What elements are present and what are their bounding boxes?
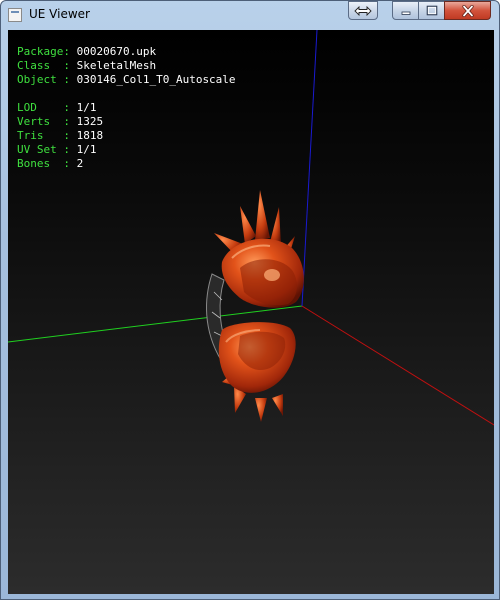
info-lod-row: LOD : 1/1 [17, 101, 236, 115]
app-icon [8, 8, 22, 22]
maximize-icon [426, 5, 437, 16]
axis-z-line [301, 30, 318, 307]
info-tris-label: Tris : [17, 129, 70, 142]
info-verts-value: 1325 [76, 115, 104, 128]
helmet-lower [218, 322, 296, 422]
info-verts-label: Verts : [17, 115, 70, 128]
axis-x-line [301, 305, 494, 426]
minimize-button[interactable] [392, 1, 419, 20]
info-bones-value: 2 [76, 157, 84, 170]
info-class-value: SkeletalMesh [76, 59, 157, 72]
info-class-row: Class : SkeletalMesh [17, 59, 236, 73]
info-uvset-value: 1/1 [76, 143, 97, 156]
info-class-label: Class : [17, 59, 70, 72]
info-bones-row: Bones : 2 [17, 157, 236, 171]
minimize-icon [401, 11, 410, 15]
mesh-info-panel: Package: 00020670.upk Class : SkeletalMe… [17, 45, 236, 171]
swap-button[interactable] [348, 1, 378, 20]
info-object-row: Object : 030146_Col1_T0_Autoscale [17, 73, 236, 87]
swap-arrows-icon [354, 5, 372, 16]
info-package-label: Package: [17, 45, 70, 58]
maximize-button[interactable] [418, 1, 445, 20]
info-tris-value: 1818 [76, 129, 104, 142]
close-icon [461, 4, 474, 17]
info-package-row: Package: 00020670.upk [17, 45, 236, 59]
info-tris-row: Tris : 1818 [17, 129, 236, 143]
info-uvset-label: UV Set : [17, 143, 70, 156]
3d-viewport[interactable]: Package: 00020670.upk Class : SkeletalMe… [8, 30, 494, 594]
info-object-value: 030146_Col1_T0_Autoscale [76, 73, 236, 86]
window-title: UE Viewer [29, 7, 90, 21]
title-bar[interactable]: UE Viewer [1, 1, 499, 30]
info-verts-row: Verts : 1325 [17, 115, 236, 129]
info-lod-label: LOD : [17, 101, 70, 114]
info-object-label: Object : [17, 73, 70, 86]
close-button[interactable] [444, 1, 491, 20]
app-window: UE Viewer Package: 00020670.upk Class: … [0, 0, 500, 600]
info-bones-label: Bones : [17, 157, 70, 170]
info-uvset-row: UV Set : 1/1 [17, 143, 236, 157]
info-package-value: 00020670.upk [76, 45, 157, 58]
info-lod-value: 1/1 [76, 101, 97, 114]
helmet-upper [214, 190, 304, 308]
